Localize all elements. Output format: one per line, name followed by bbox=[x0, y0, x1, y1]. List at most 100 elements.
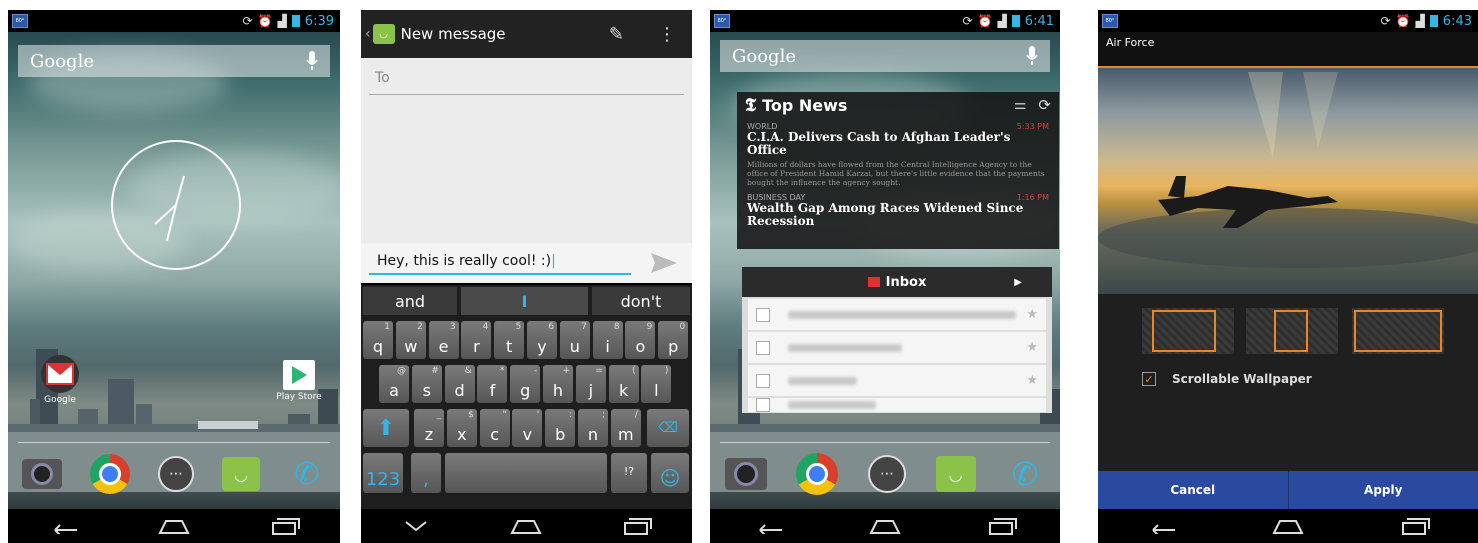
news-widget[interactable]: 𝕿 Top News ⚌ ⟳ WORLD 5:33 PM C.I.A. Deliv… bbox=[737, 92, 1059, 249]
key-u[interactable]: 7u bbox=[559, 321, 590, 359]
send-icon[interactable] bbox=[650, 251, 678, 275]
suggestion-3[interactable]: don't bbox=[592, 287, 690, 315]
home-icon[interactable] bbox=[1268, 514, 1308, 538]
news-item[interactable]: WORLD 5:33 PM C.I.A. Delivers Cash to Afg… bbox=[737, 118, 1059, 187]
screen-title: New message bbox=[400, 25, 506, 43]
back-icon[interactable] bbox=[43, 514, 83, 538]
layout-thumb-2[interactable] bbox=[1246, 308, 1338, 354]
back-icon[interactable] bbox=[1141, 514, 1181, 538]
key-r[interactable]: 4r bbox=[461, 321, 492, 359]
suggestion-2[interactable]: I bbox=[461, 287, 588, 315]
checkbox[interactable] bbox=[756, 373, 770, 388]
recent-apps-icon[interactable] bbox=[1395, 514, 1435, 538]
recent-apps-icon[interactable] bbox=[617, 514, 657, 538]
refresh-icon[interactable]: ⟳ bbox=[1038, 96, 1051, 114]
star-icon[interactable]: ★ bbox=[1026, 373, 1038, 388]
checkbox[interactable] bbox=[756, 307, 770, 322]
chrome-icon[interactable] bbox=[90, 454, 130, 494]
period-key[interactable]: !? bbox=[611, 453, 647, 493]
key-f[interactable]: * f bbox=[477, 365, 508, 403]
overflow-menu-icon[interactable]: ⋮ bbox=[658, 24, 676, 45]
key-s[interactable]: # s bbox=[411, 365, 442, 403]
key-label: o bbox=[635, 337, 646, 356]
key-a[interactable]: @ a bbox=[379, 365, 409, 403]
settings-sliders-icon[interactable]: ⚌ bbox=[1014, 97, 1027, 113]
google-search-bar[interactable]: Google bbox=[18, 45, 330, 77]
delete-key[interactable]: ⌫ bbox=[647, 409, 689, 447]
inbox-header[interactable]: Inbox ▶ bbox=[742, 267, 1052, 297]
key-j[interactable]: = j bbox=[575, 365, 606, 403]
app-drawer-icon[interactable]: ⋯ bbox=[158, 456, 194, 492]
back-icon[interactable] bbox=[748, 514, 788, 538]
mic-icon[interactable] bbox=[1026, 46, 1038, 66]
home-icon[interactable] bbox=[865, 514, 905, 538]
to-field[interactable]: To bbox=[369, 70, 684, 95]
camera-icon[interactable] bbox=[22, 459, 62, 489]
wallpaper-preview[interactable] bbox=[1098, 66, 1478, 296]
inbox-row[interactable]: ★ bbox=[748, 299, 1046, 330]
recent-apps-icon[interactable] bbox=[982, 514, 1022, 538]
messaging-icon[interactable]: ◡ bbox=[222, 457, 260, 491]
home-icon[interactable] bbox=[154, 514, 194, 538]
scrollable-option[interactable]: ✓ Scrollable Wallpaper bbox=[1142, 372, 1312, 386]
app-drawer-icon[interactable]: ⋯ bbox=[867, 455, 906, 493]
key-c[interactable]: " c bbox=[479, 409, 510, 447]
up-chevron-icon[interactable]: ‹ bbox=[365, 26, 371, 42]
checkbox[interactable] bbox=[756, 340, 770, 355]
scrollable-checkbox[interactable]: ✓ bbox=[1142, 372, 1156, 386]
google-search-bar[interactable]: Google bbox=[720, 40, 1050, 72]
apply-button[interactable]: Apply bbox=[1289, 471, 1478, 509]
key-n[interactable]: ; n bbox=[578, 409, 608, 447]
key-o[interactable]: 9o bbox=[625, 321, 656, 359]
key-z[interactable]: _ z bbox=[414, 409, 444, 447]
key-q[interactable]: 1q bbox=[363, 321, 393, 359]
symbols-key[interactable]: 123 bbox=[363, 453, 403, 493]
phone-icon[interactable]: ✆ bbox=[1005, 454, 1045, 494]
cancel-button[interactable]: Cancel bbox=[1098, 471, 1289, 509]
key-y[interactable]: 6y bbox=[527, 321, 557, 359]
key-e[interactable]: 3e bbox=[428, 321, 459, 359]
space-key[interactable] bbox=[445, 453, 607, 493]
suggestion-1[interactable]: and bbox=[363, 287, 457, 315]
recent-apps-icon[interactable] bbox=[265, 514, 305, 538]
key-h[interactable]: + h bbox=[543, 365, 573, 403]
analog-clock-widget[interactable] bbox=[109, 138, 243, 272]
inbox-row[interactable]: ★ bbox=[748, 365, 1046, 396]
hide-keyboard-icon[interactable] bbox=[396, 514, 436, 538]
next-arrow-icon[interactable]: ▶ bbox=[1014, 277, 1022, 288]
key-k[interactable]: (k bbox=[608, 365, 639, 403]
key-m[interactable]: / m bbox=[610, 409, 641, 447]
key-b[interactable]: :b bbox=[545, 409, 576, 447]
messaging-icon[interactable]: ◡ bbox=[935, 456, 976, 492]
news-item[interactable]: BUSINESS DAY 1:16 PM Wealth Gap Among Rac… bbox=[737, 187, 1059, 228]
app-play-store[interactable]: Play Store bbox=[270, 360, 328, 402]
inbox-row[interactable]: ★ bbox=[748, 332, 1046, 363]
emoji-key[interactable]: ☺ bbox=[651, 453, 689, 493]
key-t[interactable]: 5t bbox=[494, 321, 525, 359]
key-i[interactable]: 8i bbox=[592, 321, 623, 359]
app-google[interactable]: Google bbox=[38, 355, 82, 405]
home-icon[interactable] bbox=[506, 514, 546, 538]
key-d[interactable]: & d bbox=[444, 365, 475, 403]
key-p[interactable]: 0p bbox=[658, 321, 689, 359]
comma-key[interactable]: , bbox=[411, 453, 441, 493]
attach-icon[interactable]: ✎ bbox=[609, 24, 624, 45]
camera-icon[interactable] bbox=[724, 458, 767, 490]
mic-icon[interactable] bbox=[306, 51, 318, 71]
checkbox[interactable] bbox=[756, 398, 770, 412]
star-icon[interactable]: ★ bbox=[1026, 307, 1038, 322]
message-input[interactable]: Hey, this is really cool! :)| bbox=[369, 253, 631, 275]
key-v[interactable]: ' v bbox=[512, 409, 543, 447]
inbox-row[interactable] bbox=[748, 398, 1046, 412]
star-icon[interactable]: ★ bbox=[1026, 340, 1038, 355]
shift-key[interactable]: ⬆ bbox=[363, 409, 409, 447]
key-g[interactable]: -g bbox=[510, 365, 541, 403]
key-l[interactable]: ) l bbox=[641, 365, 672, 403]
layout-thumb-3[interactable] bbox=[1352, 308, 1444, 354]
chrome-icon[interactable] bbox=[796, 453, 839, 495]
layout-thumb-1[interactable] bbox=[1142, 308, 1234, 354]
phone-icon[interactable]: ✆ bbox=[288, 455, 326, 493]
key-x[interactable]: $ x bbox=[446, 409, 477, 447]
gmail-inbox-widget[interactable]: Inbox ▶ ★ ★ ★ bbox=[742, 267, 1052, 413]
key-w[interactable]: 2w bbox=[395, 321, 426, 359]
